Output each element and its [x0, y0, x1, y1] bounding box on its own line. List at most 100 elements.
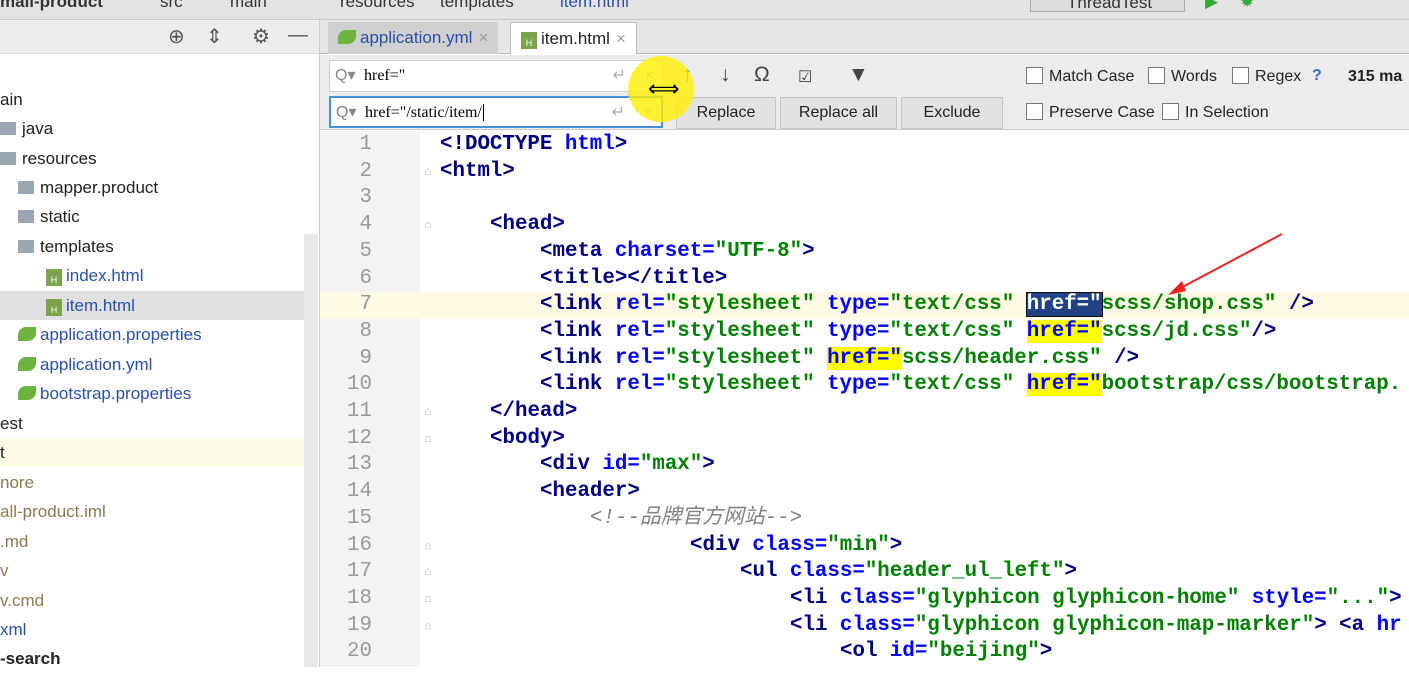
debug-icon[interactable]: ✹ — [1240, 0, 1254, 12]
tree-item[interactable]: v.cmd — [0, 586, 318, 615]
tree-item-label: -search — [0, 649, 61, 668]
folder-icon — [0, 122, 16, 135]
run-icon[interactable]: ▶ — [1205, 0, 1218, 12]
tree-item[interactable]: -search — [0, 644, 318, 673]
enter-icon: ↵ — [612, 67, 626, 84]
close-icon[interactable]: × — [616, 29, 626, 48]
checkbox-label: Preserve Case — [1049, 104, 1155, 121]
replace-all-button[interactable]: Replace all — [780, 97, 897, 129]
checkbox-label: Match Case — [1049, 68, 1135, 85]
run-config-select[interactable]: ThreadTest — [1030, 0, 1185, 12]
spring-icon — [18, 327, 36, 341]
tree-item[interactable]: mapper.product — [0, 173, 318, 202]
sidebar-scrollbar[interactable] — [304, 234, 318, 667]
breadcrumb-item[interactable]: item.html — [560, 0, 629, 12]
tree-item-label: all-product.iml — [0, 502, 106, 521]
tree-item-label: bootstrap.properties — [40, 384, 192, 403]
tree-item-label: index.html — [66, 266, 144, 285]
filter-icon[interactable]: ▼ — [848, 63, 869, 87]
project-sidebar: ⊕ ⇕ ⚙ — ain java resources mapper.product st… — [0, 20, 320, 668]
code-editor[interactable]: 1 <!DOCTYPE html> 2 ⌂ <html> 3 4 ⌂ <head> 5 <meta … — [320, 131, 1409, 667]
tree-item[interactable]: ain — [0, 85, 318, 114]
select-all-occurrences-icon[interactable]: Ω — [754, 63, 770, 87]
replace-value: href="/static/item/ — [365, 104, 482, 121]
tree-item-label: t — [0, 443, 5, 462]
tree-item[interactable]: xml — [0, 615, 318, 644]
tree-item-label: application.yml — [40, 355, 153, 374]
tree-item[interactable]: static — [0, 202, 318, 231]
search-input[interactable]: Q▾href="↵× — [329, 60, 663, 92]
tree-item-label: .md — [0, 532, 29, 551]
breadcrumb-item[interactable]: src — [160, 0, 183, 12]
regex-checkbox[interactable]: Regex — [1232, 67, 1301, 86]
tree-item-label: templates — [40, 237, 114, 256]
breadcrumb-item[interactable]: templates — [440, 0, 514, 12]
replace-input[interactable]: Q▾href="/static/item/↵× — [329, 96, 663, 128]
tree-item[interactable]: templates — [0, 232, 318, 261]
breadcrumb-item[interactable]: resources — [340, 0, 415, 12]
tree-item[interactable]: all-product.iml — [0, 497, 318, 526]
resize-cursor-icon: ⟺ — [648, 76, 680, 101]
tree-item[interactable]: v — [0, 556, 318, 585]
tree-item-label: ain — [0, 90, 23, 109]
enter-icon: ↵ — [611, 104, 625, 121]
tree-item-label: v — [0, 561, 9, 580]
gear-icon[interactable]: ⚙ — [252, 24, 270, 49]
tree-item-label: java — [22, 119, 54, 138]
spring-icon — [338, 30, 356, 44]
folder-icon — [0, 152, 16, 165]
html-file-icon: H — [521, 32, 537, 49]
spring-icon — [18, 357, 36, 371]
tree-item-label: xml — [0, 620, 27, 639]
tab-label: item.html — [541, 29, 610, 48]
tree-item[interactable]: est — [0, 409, 318, 438]
spring-icon — [18, 386, 36, 400]
tree-item[interactable]: application.yml — [0, 350, 318, 379]
tree-item-label: static — [40, 207, 80, 226]
tree-item[interactable]: .md — [0, 527, 318, 556]
html-file-icon: H — [46, 299, 62, 316]
checkbox-label: Words — [1171, 68, 1217, 85]
find-replace-bar: Q▾href="↵× Q▾href="/static/item/↵× ↑ ↓ Ω… — [320, 55, 1409, 130]
tree-item[interactable]: application.properties — [0, 320, 318, 349]
tree-item[interactable]: resources — [0, 144, 318, 173]
folder-icon — [18, 210, 34, 223]
tree-item[interactable]: Hitem.html — [0, 291, 318, 320]
search-value: href=" — [364, 67, 406, 84]
search-icon: Q▾ — [335, 67, 356, 84]
exclude-button[interactable]: Exclude — [901, 97, 1003, 129]
tree-item[interactable]: java — [0, 114, 318, 143]
match-case-checkbox[interactable]: Match Case — [1026, 67, 1134, 86]
tree-item[interactable]: bootstrap.properties — [0, 379, 318, 408]
tree-item-label: nore — [0, 473, 35, 492]
tree-item[interactable]: nore — [0, 468, 318, 497]
regex-help-link[interactable]: ? — [1312, 67, 1322, 85]
locate-icon[interactable]: ⊕ — [168, 24, 185, 49]
minimize-icon[interactable]: — — [288, 24, 308, 47]
folder-icon — [18, 240, 34, 253]
in-selection-checkbox[interactable]: In Selection — [1162, 103, 1269, 122]
words-checkbox[interactable]: Words — [1148, 67, 1217, 86]
folder-icon — [18, 181, 34, 194]
sidebar-toolbar: ⊕ ⇕ ⚙ — — [0, 20, 319, 54]
collapse-all-icon[interactable]: ⇕ — [206, 24, 223, 49]
tree-item-label: v.cmd — [0, 591, 45, 610]
next-occurrence-icon[interactable]: ↓ — [720, 63, 731, 87]
tree-item-label: mapper.product — [40, 178, 159, 197]
multiline-icon[interactable]: ☑ — [798, 67, 812, 87]
checkbox-label: Regex — [1255, 68, 1302, 85]
tree-item-label: item.html — [66, 296, 135, 315]
annotation-arrow — [1168, 233, 1283, 295]
tab-item-html[interactable]: Hitem.html × — [510, 22, 637, 54]
breadcrumb-item[interactable]: mall-product — [0, 0, 103, 12]
close-icon[interactable]: × — [478, 28, 488, 47]
preserve-case-checkbox[interactable]: Preserve Case — [1026, 103, 1155, 122]
breadcrumb: mall-product src main resources template… — [0, 0, 1409, 20]
tree-item[interactable]: Hindex.html — [0, 261, 318, 290]
checkbox-label: In Selection — [1185, 104, 1269, 121]
tab-application-yml[interactable]: application.yml × — [328, 22, 499, 54]
tab-label: application.yml — [360, 28, 473, 47]
editor-tabs: application.yml × Hitem.html × — [320, 20, 1409, 54]
tree-item[interactable]: t — [0, 438, 318, 467]
breadcrumb-item[interactable]: main — [230, 0, 267, 12]
